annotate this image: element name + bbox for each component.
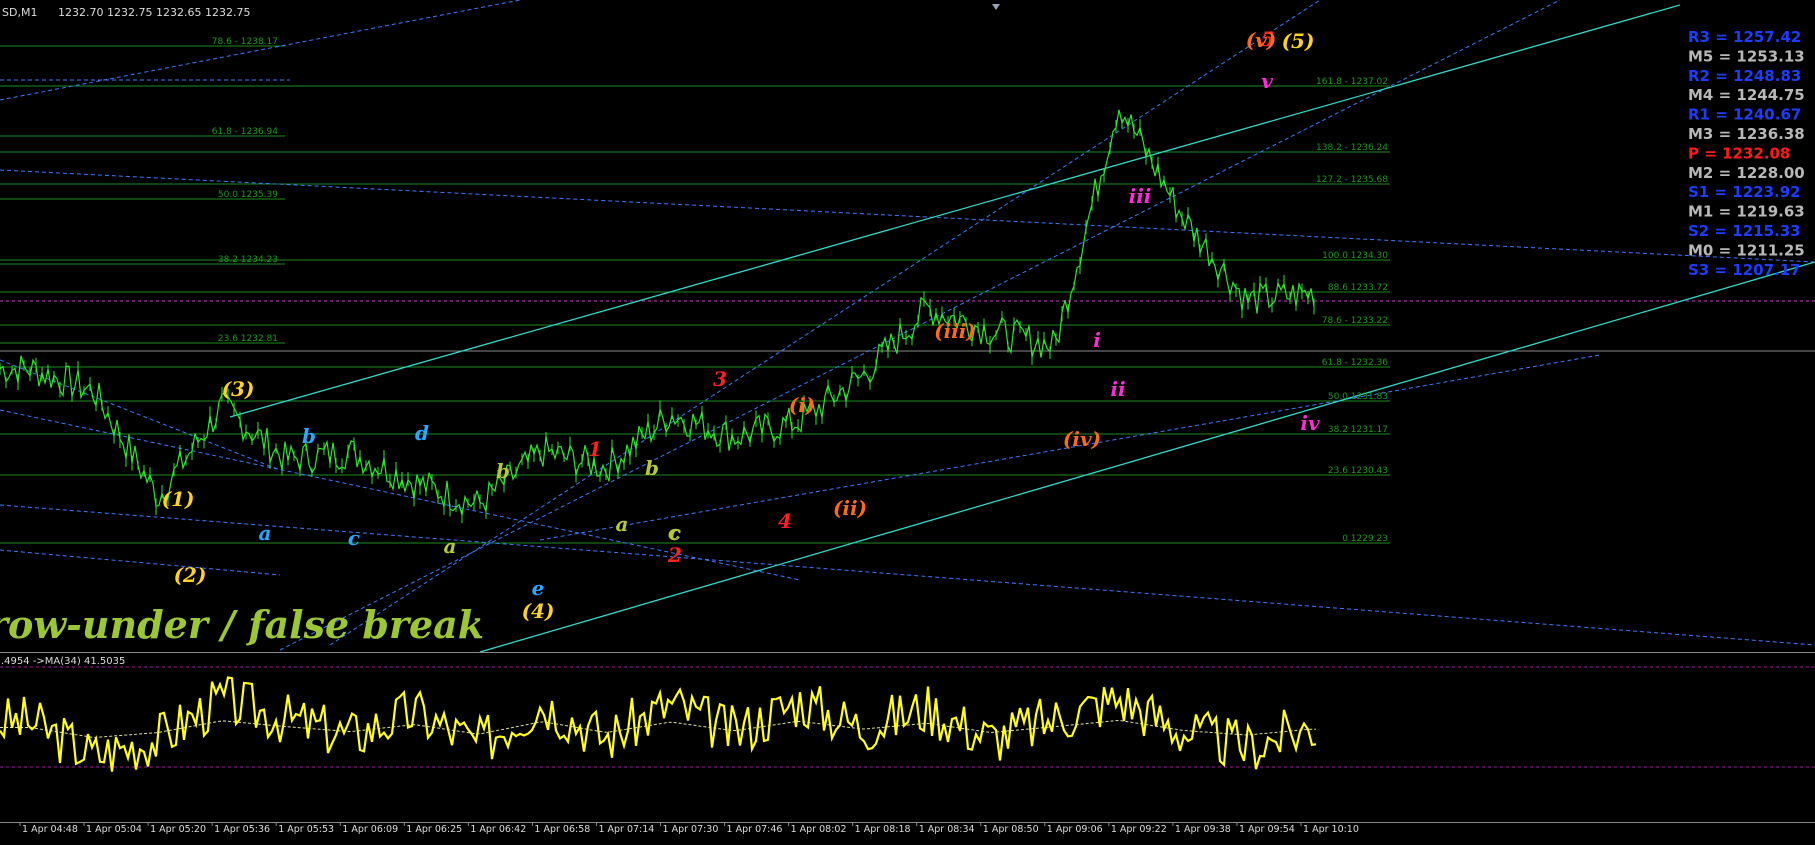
symbol-label: SD,M1 <box>2 6 37 19</box>
wave-label: 1 <box>588 437 602 461</box>
wave-label: b <box>645 456 659 480</box>
price-chart-svg[interactable]: (1)(2)(3)(4)(5)abcdeabcabc12345(i)(ii)(i… <box>0 0 1815 841</box>
axis-tick-label: 1 Apr 10:10 <box>1303 824 1359 835</box>
pivot-label: M1 = 1219.63 <box>1688 203 1805 221</box>
fib-label: 161.8 - 1237.02 <box>1316 77 1388 87</box>
pivot-label: P = 1232.08 <box>1688 144 1790 162</box>
fib-label: 38.2 1231.17 <box>1328 425 1388 435</box>
axis-tick-label: 1 Apr 09:38 <box>1175 824 1231 835</box>
pivot-label: R1 = 1240.67 <box>1688 106 1801 124</box>
pivot-label: R3 = 1257.42 <box>1688 28 1801 46</box>
wave-label: 3 <box>713 367 727 391</box>
axis-tick-label: 1 Apr 06:42 <box>470 824 526 835</box>
axis-tick-label: 1 Apr 08:50 <box>983 824 1039 835</box>
fib-label: 38.2 1234.23 <box>218 255 278 265</box>
wave-label: iv <box>1300 411 1320 435</box>
fib-label: 61.8 - 1236.94 <box>212 127 278 137</box>
fib-label: 78.6 - 1233.22 <box>1322 316 1388 326</box>
wave-label: (5) <box>1282 29 1315 53</box>
pivot-label: R2 = 1248.83 <box>1688 67 1801 85</box>
axis-tick-label: 1 Apr 09:54 <box>1239 824 1295 835</box>
axis-tick-label: 1 Apr 05:20 <box>150 824 206 835</box>
pivot-label: S1 = 1223.92 <box>1688 183 1801 201</box>
axis-tick-label: 1 Apr 08:02 <box>791 824 847 835</box>
wave-label: c <box>348 526 360 550</box>
axis-tick-label: 1 Apr 09:06 <box>1047 824 1103 835</box>
axis-tick-label: 1 Apr 05:53 <box>278 824 334 835</box>
chart-window[interactable]: (1) (2) (3) (4) (5) a b c d e a b c a b c 1 2 3 4 5 (i) (ii) (i… <box>0 0 1815 841</box>
wave-label: iii <box>1129 184 1152 208</box>
fib-label: 23.6 1230.43 <box>1328 466 1388 476</box>
axis-tick-label: 1 Apr 08:34 <box>919 824 975 835</box>
pivot-label: M4 = 1244.75 <box>1688 86 1805 104</box>
axis-tick-label: 1 Apr 08:18 <box>855 824 911 835</box>
fib-label: 61.8 - 1232.36 <box>1322 358 1388 368</box>
axis-tick-label: 1 Apr 04:48 <box>22 824 78 835</box>
fib-label: 50.0 1231.83 <box>1328 392 1388 402</box>
pivot-label: M3 = 1236.38 <box>1688 125 1805 143</box>
pivot-label: M5 = 1253.13 <box>1688 47 1805 65</box>
axis-tick-label: 1 Apr 06:25 <box>406 824 462 835</box>
wave-label: (ii) <box>833 496 867 520</box>
pivot-label: M0 = 1211.25 <box>1688 241 1805 259</box>
axis-tick-label: 1 Apr 09:22 <box>1111 824 1167 835</box>
axis-tick-label: 1 Apr 06:58 <box>534 824 590 835</box>
axis-tick-label: 1 Apr 07:14 <box>598 824 654 835</box>
wave-label: d <box>415 421 429 445</box>
wave-label: v <box>1261 69 1273 93</box>
ohlc-readout: 1232.70 1232.75 1232.65 1232.75 <box>58 6 250 19</box>
wave-label: ii <box>1110 377 1125 401</box>
wave-label: b <box>496 459 510 483</box>
wave-label: (3) <box>222 377 255 401</box>
wave-label: (2) <box>174 563 207 587</box>
wave-label: 2 <box>667 543 682 567</box>
wave-label: (v) <box>1246 28 1277 52</box>
wave-label: e <box>532 576 545 600</box>
wave-label: (iv) <box>1063 427 1101 451</box>
wave-label: (iii) <box>934 319 976 343</box>
fib-label: 100.0 1234.30 <box>1322 251 1388 261</box>
wave-label: a <box>444 534 457 558</box>
fib-label: 78.6 - 1238.17 <box>212 37 278 47</box>
axis-tick-label: 1 Apr 06:09 <box>342 824 398 835</box>
fib-label: 23.6 1232.81 <box>218 334 278 344</box>
wave-label: b <box>302 424 316 448</box>
wave-label: i <box>1093 328 1101 352</box>
fib-label: 50.0 1235.39 <box>218 190 278 200</box>
pivot-label: M2 = 1228.00 <box>1688 164 1805 182</box>
fib-label: 0 1229.23 <box>1342 534 1388 544</box>
axis-tick-label: 1 Apr 05:36 <box>214 824 270 835</box>
axis-tick-label: 1 Apr 07:30 <box>663 824 719 835</box>
fib-label: 127.2 - 1235.68 <box>1316 175 1388 185</box>
wave-label: a <box>259 521 272 545</box>
wave-label: (i) <box>789 393 816 417</box>
axis-tick-label: 1 Apr 07:46 <box>727 824 783 835</box>
wave-label: (4) <box>522 599 555 623</box>
wave-label: 4 <box>778 509 792 533</box>
wave-label: a <box>616 512 629 536</box>
fib-label: 138.2 - 1236.24 <box>1316 143 1388 153</box>
axis-tick-label: 1 Apr 05:04 <box>86 824 142 835</box>
wave-label: (1) <box>162 487 195 511</box>
wave-label: c <box>668 520 680 544</box>
pivot-label: S3 = 1207.17 <box>1688 261 1801 279</box>
fib-label: 88.6 1233.72 <box>1328 283 1388 293</box>
pivot-label: S2 = 1215.33 <box>1688 222 1801 240</box>
annotation-text: row-under / false break <box>0 602 484 647</box>
indicator-label: .4954 ->MA(34) 41.5035 <box>1 656 125 667</box>
